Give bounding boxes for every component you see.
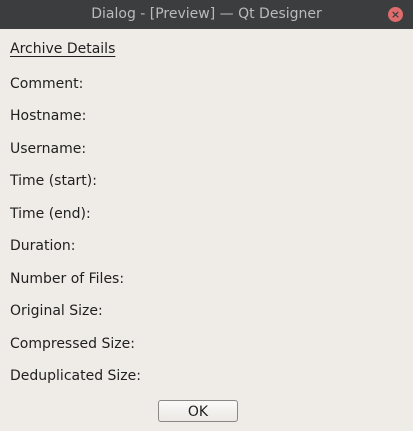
username-label: Username: — [10, 141, 87, 157]
close-icon[interactable]: × — [388, 7, 403, 22]
deduplicated-size-label: Deduplicated Size: — [10, 368, 141, 384]
time-end-label: Time (end): — [10, 206, 91, 222]
hostname-label: Hostname: — [10, 108, 87, 124]
compressed-size-label: Compressed Size: — [10, 336, 135, 352]
number-of-files-label: Number of Files: — [10, 271, 125, 287]
dialog-window: Dialog - [Preview] — Qt Designer × Archi… — [0, 0, 413, 431]
archive-details-heading: Archive Details — [10, 41, 116, 57]
window-title: Dialog - [Preview] — Qt Designer — [91, 6, 322, 22]
time-start-label: Time (start): — [10, 173, 97, 189]
original-size-label: Original Size: — [10, 303, 103, 319]
ok-button[interactable]: OK — [158, 400, 238, 422]
duration-label: Duration: — [10, 238, 76, 254]
title-bar[interactable]: Dialog - [Preview] — Qt Designer × — [0, 0, 413, 29]
comment-label: Comment: — [10, 76, 84, 92]
dialog-content: Archive Details Comment: Hostname: Usern… — [0, 29, 413, 431]
